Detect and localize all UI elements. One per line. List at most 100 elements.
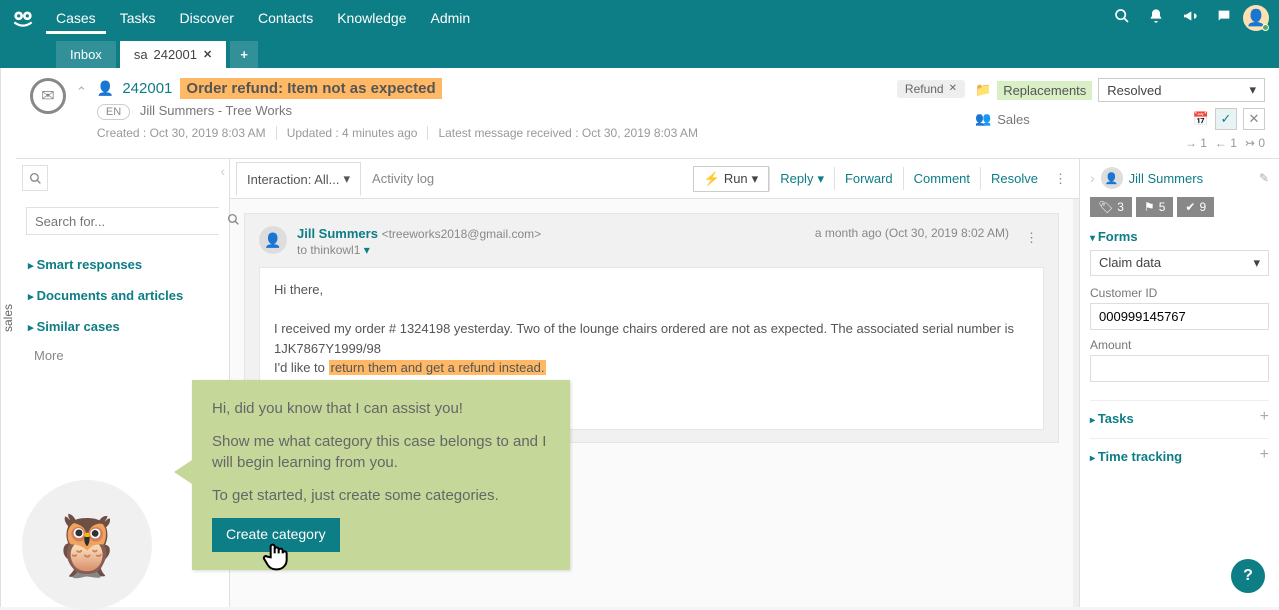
top-nav: Cases Tasks Discover Contacts Knowledge … [0, 0, 1279, 36]
add-task-icon[interactable]: + [1260, 408, 1269, 426]
confirm-button[interactable]: ✓ [1215, 108, 1237, 130]
section-forms[interactable]: Forms [1090, 229, 1269, 244]
accordion-smart-responses[interactable]: Smart responses [22, 249, 223, 280]
message-to: to thinkowl1 [297, 243, 360, 257]
envelope-icon: ✉ [30, 78, 66, 114]
right-panel: › 👤 Jill Summers ✎ 🏷3 ⚑5 ✔9 For [1079, 159, 1279, 607]
left-more-link[interactable]: More [22, 342, 223, 369]
case-stats: → 1 ← 1 ↣ 0 [975, 136, 1265, 150]
bolt-icon: ⚡ [704, 171, 720, 187]
user-avatar[interactable]: 👤 [1243, 5, 1269, 31]
status-select[interactable]: Resolved ▾ [1098, 78, 1265, 102]
tab-case-number: 242001 [154, 47, 197, 62]
folder-chip[interactable]: Replacements [997, 81, 1092, 100]
search-icon[interactable] [1107, 8, 1137, 29]
nav-contacts[interactable]: Contacts [248, 2, 323, 34]
check-icon: ✔ [1185, 200, 1195, 214]
accordion-similar-cases[interactable]: Similar cases [22, 311, 223, 342]
case-contact[interactable]: Jill Summers - Tree Works [140, 103, 292, 118]
field-label-customer-id: Customer ID [1090, 286, 1269, 300]
refund-chip[interactable]: Refund ✕ [897, 80, 965, 98]
case-latest: Latest message received : Oct 30, 2019 8… [438, 126, 707, 140]
message-highlight: return them and get a refund instead. [329, 360, 547, 375]
calendar-icon[interactable]: 📅 [1193, 111, 1209, 127]
case-nav-caret[interactable]: ⌃ [76, 84, 87, 150]
resolve-button[interactable]: Resolve [980, 167, 1048, 190]
right-panel-collapse[interactable]: › [1090, 170, 1095, 186]
nav-tasks[interactable]: Tasks [110, 2, 166, 34]
mid-toolbar: Interaction: All...▾ Activity log ⚡ Run … [230, 159, 1079, 199]
nav-cases[interactable]: Cases [46, 2, 106, 34]
message-more-icon[interactable]: ⋮ [1019, 226, 1044, 257]
comment-button[interactable]: Comment [903, 167, 980, 190]
chat-icon[interactable] [1209, 8, 1239, 29]
chevron-down-icon: ▾ [817, 171, 824, 187]
help-fab[interactable]: ? [1231, 559, 1265, 593]
chevron-down-icon: ▾ [1249, 82, 1256, 98]
accordion-documents[interactable]: Documents and articles [22, 280, 223, 311]
flag-icon: ⚑ [1144, 200, 1155, 214]
forward-button[interactable]: Forward [834, 167, 903, 190]
badge-tags[interactable]: 🏷3 [1090, 197, 1132, 217]
section-tasks[interactable]: Tasks [1090, 411, 1134, 426]
megaphone-icon[interactable] [1175, 8, 1205, 29]
assistant-popup: Hi, did you know that I can assist you! … [192, 380, 570, 570]
team-label: Sales [997, 112, 1030, 127]
create-category-button[interactable]: Create category [212, 518, 340, 552]
more-actions-icon[interactable]: ⋮ [1048, 167, 1073, 191]
search-box [26, 207, 219, 235]
tab-activity-log[interactable]: Activity log [361, 162, 445, 195]
nav-admin[interactable]: Admin [420, 2, 480, 34]
message-greeting: Hi there, [274, 280, 1029, 300]
case-header: ✉ ⌃ 👤 242001 Order refund: Item not as e… [16, 68, 1279, 159]
message-time: a month ago (Oct 30, 2019 8:02 AM) [815, 226, 1009, 257]
bell-icon[interactable] [1141, 8, 1171, 29]
left-search-toggle[interactable] [22, 165, 48, 191]
assist-line1: Hi, did you know that I can assist you! [212, 398, 550, 419]
message-from-name[interactable]: Jill Summers [297, 226, 378, 241]
pencil-icon[interactable]: ✎ [1259, 171, 1269, 185]
search-input[interactable] [27, 208, 219, 234]
left-panel-collapse[interactable]: ‹ [220, 163, 225, 179]
section-time-tracking[interactable]: Time tracking [1090, 449, 1182, 464]
badge-checks[interactable]: ✔9 [1177, 197, 1214, 217]
form-select[interactable]: Claim data▾ [1090, 250, 1269, 276]
team-icon: 👥 [975, 111, 991, 127]
refund-chip-remove[interactable]: ✕ [949, 83, 957, 94]
field-amount[interactable] [1090, 355, 1269, 382]
nav-discover[interactable]: Discover [169, 2, 243, 34]
reply-button[interactable]: Reply▾ [769, 167, 834, 191]
tab-add-button[interactable]: + [230, 41, 258, 68]
tab-close-icon[interactable]: ✕ [203, 48, 212, 61]
refund-chip-label: Refund [905, 82, 944, 96]
tab-case[interactable]: sa 242001 ✕ [120, 41, 226, 68]
field-customer-id[interactable] [1090, 303, 1269, 330]
chevron-down-icon: ▾ [1253, 255, 1260, 271]
cancel-button[interactable]: ✕ [1243, 108, 1265, 130]
chevron-down-icon: ▾ [752, 171, 759, 187]
tab-inbox[interactable]: Inbox [56, 41, 116, 68]
person-icon: 👤 [97, 80, 114, 97]
message-line2a: I'd like to [274, 360, 329, 375]
presence-dot [1262, 24, 1269, 31]
message-line1: I received my order # 1324198 yesterday.… [274, 319, 1029, 358]
case-updated: Updated : 4 minutes ago [287, 126, 429, 140]
contact-avatar: 👤 [1101, 167, 1123, 189]
run-button[interactable]: ⚡ Run ▾ [693, 166, 770, 192]
badge-flags[interactable]: ⚑5 [1136, 197, 1173, 217]
nav-knowledge[interactable]: Knowledge [327, 2, 416, 34]
assist-line3: To get started, just create some categor… [212, 485, 550, 506]
app-logo [10, 5, 36, 31]
assist-line2: Show me what category this case belongs … [212, 431, 550, 473]
case-number[interactable]: 242001 [122, 80, 172, 97]
tag-icon: 🏷 [1098, 200, 1113, 214]
language-badge: EN [97, 104, 130, 120]
search-submit-icon[interactable] [219, 208, 248, 234]
add-time-icon[interactable]: + [1260, 446, 1269, 464]
owl-mascot: 🦉 [22, 480, 152, 610]
tab-interaction[interactable]: Interaction: All...▾ [236, 162, 361, 196]
chevron-down-icon[interactable]: ▾ [364, 243, 370, 257]
contact-name[interactable]: Jill Summers [1129, 171, 1253, 186]
status-value: Resolved [1107, 83, 1161, 98]
case-title: Order refund: Item not as expected [180, 78, 441, 99]
